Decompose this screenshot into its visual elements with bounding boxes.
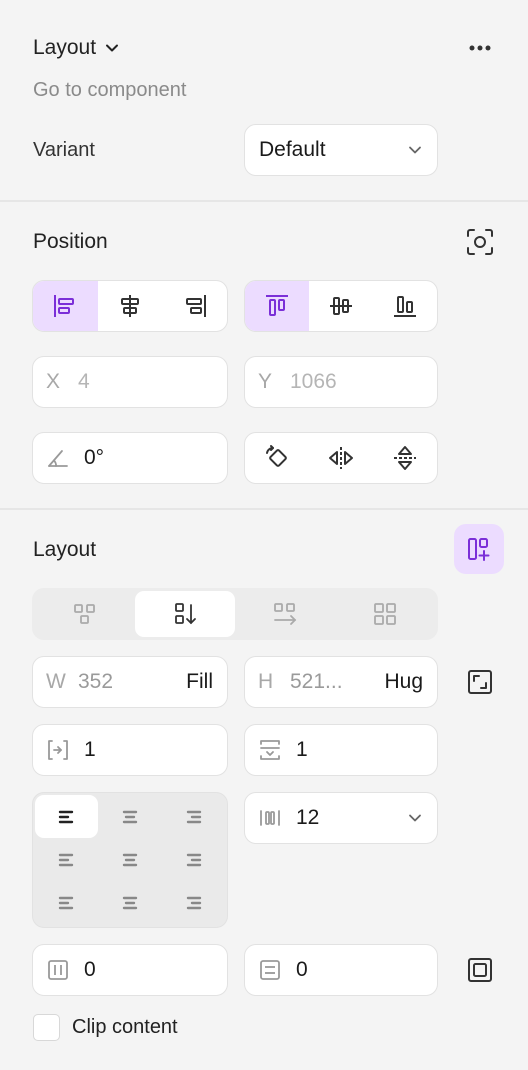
height-field[interactable]: H 521... Hug — [244, 656, 438, 708]
vertical-spacing-icon — [258, 958, 296, 982]
h-mode[interactable]: Hug — [384, 670, 423, 694]
align-top-left-button[interactable] — [35, 795, 99, 839]
variant-value: Default — [259, 138, 326, 161]
horizontal-spacing-value: 0 — [84, 958, 96, 981]
clip-content-checkbox[interactable] — [33, 1014, 60, 1041]
flip-horizontal-button[interactable] — [309, 433, 373, 483]
gap-value: 12 — [296, 806, 320, 829]
vertical-padding-icon — [258, 738, 296, 762]
vertical-spacing-field[interactable]: 0 — [244, 944, 438, 996]
align-middle-left-button[interactable] — [35, 838, 98, 881]
layout-direction-tabs — [32, 588, 438, 640]
layout-vertical-icon[interactable] — [135, 591, 235, 637]
align-middle-center-button[interactable] — [98, 838, 161, 881]
chevron-down-icon — [104, 40, 120, 56]
align-middle-v-button[interactable] — [309, 281, 373, 331]
align-right-button[interactable] — [162, 281, 227, 331]
align-center-h-button[interactable] — [98, 281, 163, 331]
y-value: 1066 — [290, 370, 337, 393]
more-options-icon[interactable] — [464, 36, 496, 60]
variant-label: Variant — [33, 139, 95, 161]
w-value: 352 — [78, 670, 114, 693]
resize-constraints-icon[interactable] — [466, 668, 494, 696]
horizontal-spacing-field[interactable]: 0 — [32, 944, 228, 996]
w-mode[interactable]: Fill — [186, 670, 213, 694]
align-middle-right-button[interactable] — [162, 838, 225, 881]
chevron-down-icon — [407, 142, 423, 158]
clip-content-label: Clip content — [72, 1016, 178, 1038]
align-bottom-center-button[interactable] — [98, 882, 161, 925]
layout-horizontal-icon[interactable] — [235, 591, 335, 637]
divider — [0, 200, 528, 202]
rotation-field[interactable]: 0° — [32, 432, 228, 484]
position-title: Position — [33, 230, 108, 253]
layout-title: Layout — [33, 538, 97, 561]
transform-group — [244, 432, 438, 484]
x-value: 4 — [78, 370, 90, 393]
width-field[interactable]: W 352 Fill — [32, 656, 228, 708]
panel-title: Layout — [33, 36, 97, 59]
gap-icon — [258, 806, 296, 830]
h-value: 521... — [290, 670, 343, 693]
align-bottom-button[interactable] — [373, 281, 437, 331]
align-left-button[interactable] — [33, 281, 98, 331]
layout-freeform-icon[interactable] — [35, 591, 135, 637]
horizontal-padding-icon — [46, 738, 84, 762]
rotate-90-button[interactable] — [245, 433, 309, 483]
w-label: W — [46, 670, 66, 693]
horizontal-padding-field[interactable]: 1 — [32, 724, 228, 776]
angle-icon — [46, 446, 84, 470]
align-top-button[interactable] — [245, 281, 309, 331]
x-position-field[interactable]: X 4 — [32, 356, 228, 408]
layout-grid-icon[interactable] — [335, 591, 435, 637]
align-top-center-button[interactable] — [98, 795, 161, 838]
vertical-padding-value: 1 — [296, 738, 308, 761]
horizontal-spacing-icon — [46, 958, 84, 982]
vertical-padding-field[interactable]: 1 — [244, 724, 438, 776]
gap-field[interactable]: 12 — [244, 792, 438, 844]
layout-menu[interactable]: Layout — [33, 36, 120, 60]
align-bottom-right-button[interactable] — [162, 882, 225, 925]
y-label: Y — [258, 370, 273, 393]
vertical-align-group — [244, 280, 438, 332]
go-to-component-link[interactable]: Go to component — [33, 79, 186, 102]
align-top-right-button[interactable] — [162, 795, 225, 838]
h-label: H — [258, 670, 274, 693]
auto-layout-toggle-icon[interactable] — [454, 524, 504, 574]
variant-select[interactable]: Default — [244, 124, 438, 176]
vertical-spacing-value: 0 — [296, 958, 308, 981]
align-bottom-left-button[interactable] — [35, 882, 98, 925]
alignment-grid — [32, 792, 228, 928]
rotation-value: 0° — [84, 446, 105, 469]
horizontal-padding-value: 1 — [84, 738, 96, 761]
flip-vertical-button[interactable] — [373, 433, 437, 483]
independent-padding-icon[interactable] — [466, 956, 494, 984]
x-label: X — [46, 370, 61, 393]
divider — [0, 508, 528, 510]
horizontal-align-group — [32, 280, 228, 332]
focus-target-icon[interactable] — [464, 226, 496, 258]
chevron-down-icon[interactable] — [407, 810, 423, 826]
y-position-field[interactable]: Y 1066 — [244, 356, 438, 408]
